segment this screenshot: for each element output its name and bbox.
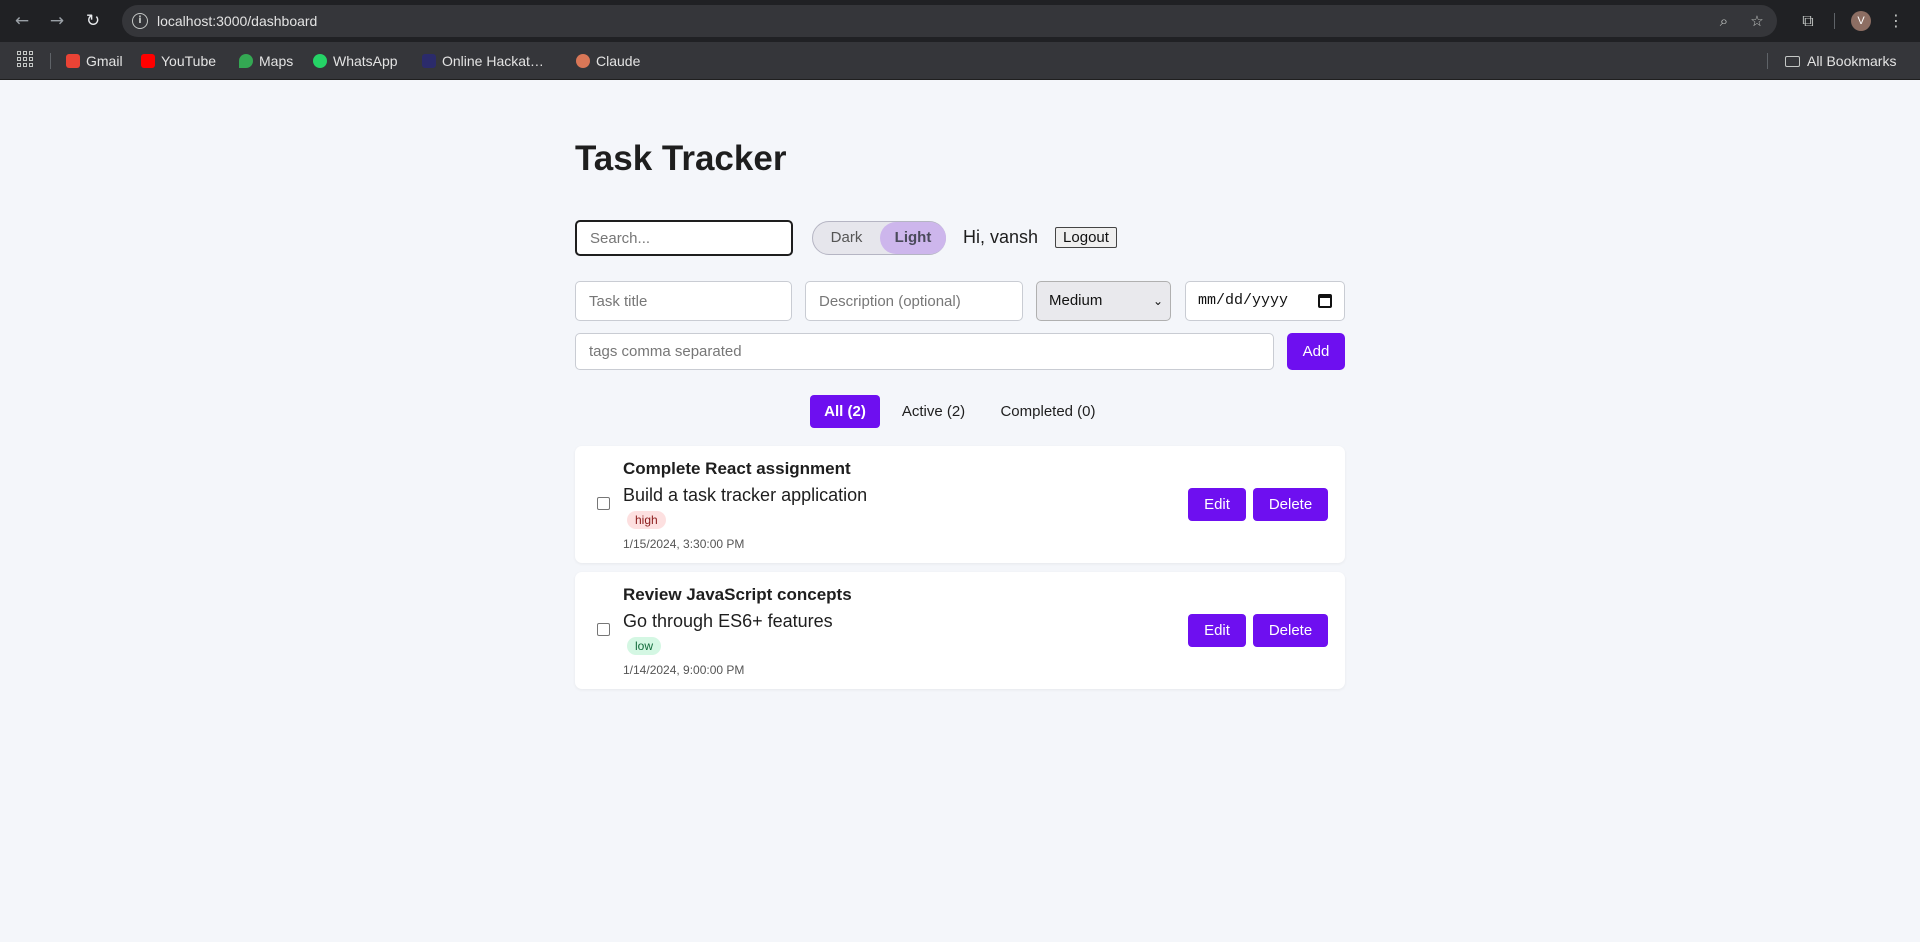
back-icon[interactable]: ← — [11, 10, 33, 32]
bookmark-online-hackathon[interactable]: Online Hackat… — [422, 50, 544, 72]
add-task-button[interactable]: Add — [1287, 333, 1345, 370]
claude-icon — [576, 54, 590, 68]
delete-button[interactable]: Delete — [1253, 488, 1328, 521]
chevron-down-icon: ⌄ — [1152, 294, 1163, 308]
bookmark-youtube[interactable]: YouTube — [141, 50, 216, 72]
theme-light-option[interactable]: Light — [880, 222, 946, 254]
edit-button[interactable]: Edit — [1188, 614, 1246, 647]
star-icon[interactable]: ☆ — [1747, 11, 1767, 31]
profile-avatar[interactable]: V — [1851, 11, 1871, 31]
bookmark-label: Maps — [259, 53, 294, 69]
priority-badge: high — [627, 511, 666, 529]
folder-icon — [1785, 56, 1800, 67]
theme-dark-option[interactable]: Dark — [813, 222, 880, 254]
browser-toolbar: ← → ↻ i localhost:3000/dashboard ⌕ ☆ ⧉ V… — [0, 0, 1920, 42]
gmail-icon — [66, 54, 80, 68]
task-description: Build a task tracker application — [623, 485, 868, 505]
task-date: 1/15/2024, 3:30:00 PM — [623, 537, 745, 551]
hackathon-icon — [422, 54, 436, 68]
task-date: 1/14/2024, 9:00:00 PM — [623, 663, 745, 677]
all-bookmarks-button[interactable]: All Bookmarks — [1785, 50, 1896, 72]
zoom-icon[interactable]: ⌕ — [1714, 11, 1734, 31]
logout-button[interactable]: Logout — [1055, 227, 1117, 248]
task-description: Go through ES6+ features — [623, 611, 833, 631]
tags-input[interactable] — [575, 333, 1274, 370]
extensions-icon[interactable]: ⧉ — [1797, 10, 1819, 32]
bookmark-label: WhatsApp — [333, 53, 398, 69]
task-title: Complete React assignment — [623, 459, 851, 478]
search-input[interactable] — [575, 220, 793, 256]
task-title-input[interactable] — [575, 281, 792, 321]
toolbar-divider — [1834, 13, 1835, 29]
date-placeholder: mm/dd/yyyy — [1198, 292, 1289, 309]
bookmarks-bar: Gmail YouTube Maps WhatsApp Online Hacka… — [0, 42, 1920, 80]
url-text[interactable]: localhost:3000/dashboard — [157, 12, 317, 30]
forward-icon[interactable]: → — [46, 10, 68, 32]
filter-completed-tab[interactable]: Completed (0) — [992, 395, 1104, 428]
bookmarks-divider — [1767, 53, 1768, 69]
task-complete-checkbox[interactable] — [597, 497, 610, 510]
menu-icon[interactable]: ⋮ — [1888, 10, 1904, 32]
priority-select-value: Medium — [1049, 292, 1103, 309]
bookmark-claude[interactable]: Claude — [576, 50, 640, 72]
page-title: Task Tracker — [575, 139, 787, 178]
user-greeting: Hi, vansh — [963, 227, 1039, 247]
calendar-icon[interactable] — [1318, 294, 1332, 308]
bookmarks-divider — [50, 53, 51, 69]
site-info-icon[interactable]: i — [132, 13, 148, 29]
bookmark-label: YouTube — [161, 53, 217, 69]
edit-button[interactable]: Edit — [1188, 488, 1246, 521]
bookmark-maps[interactable]: Maps — [239, 50, 293, 72]
priority-badge: low — [627, 637, 662, 655]
filter-active-tab[interactable]: Active (2) — [893, 395, 974, 428]
whatsapp-icon — [313, 54, 327, 68]
due-date-input[interactable]: mm/dd/yyyy — [1185, 281, 1345, 321]
apps-grid-icon[interactable] — [17, 51, 33, 67]
maps-icon — [239, 54, 253, 68]
task-complete-checkbox[interactable] — [597, 623, 610, 636]
bookmark-label: Claude — [596, 53, 641, 69]
bookmark-label: Online Hackat… — [442, 53, 544, 69]
bookmark-whatsapp[interactable]: WhatsApp — [313, 50, 398, 72]
task-card: Complete React assignment Build a task t… — [575, 446, 1345, 563]
task-description-input[interactable] — [805, 281, 1023, 321]
task-card: Review JavaScript concepts Go through ES… — [575, 572, 1345, 689]
address-bar[interactable]: i localhost:3000/dashboard ⌕ ☆ — [122, 5, 1777, 37]
priority-select[interactable]: Medium ⌄ — [1036, 281, 1171, 321]
filter-all-tab[interactable]: All (2) — [810, 395, 880, 428]
delete-button[interactable]: Delete — [1253, 614, 1328, 647]
theme-toggle[interactable]: Dark Light — [812, 221, 946, 255]
bookmark-label: Gmail — [86, 53, 123, 69]
task-title: Review JavaScript concepts — [623, 585, 852, 604]
youtube-icon — [141, 54, 155, 68]
bookmark-gmail[interactable]: Gmail — [66, 50, 123, 72]
all-bookmarks-label: All Bookmarks — [1807, 53, 1897, 69]
reload-icon[interactable]: ↻ — [82, 10, 104, 32]
